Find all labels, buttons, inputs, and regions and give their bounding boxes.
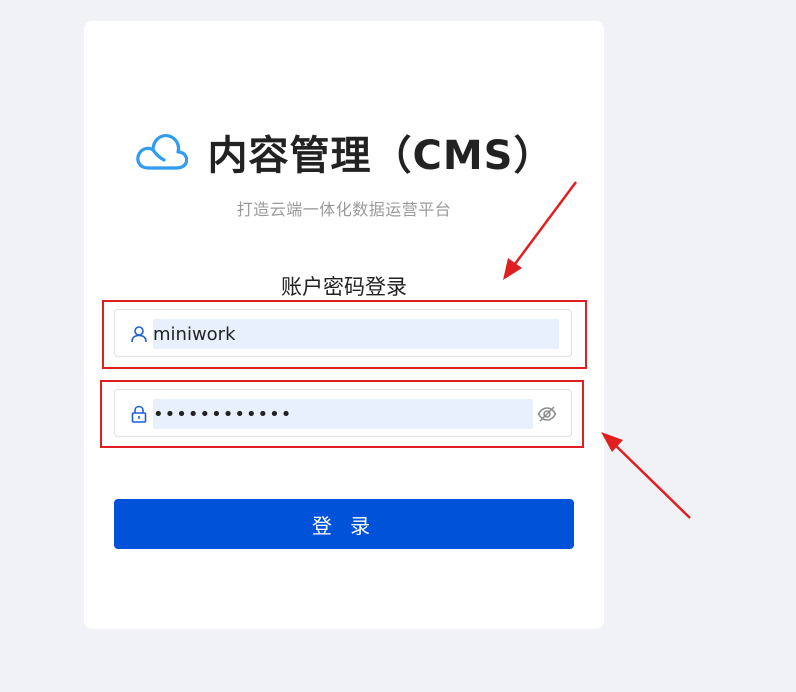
brand-header: 内容管理（CMS） [84,123,604,181]
login-mode-title: 账户密码登录 [281,275,407,299]
arrow-to-password [601,432,691,519]
app-title: 内容管理（CMS） [207,133,555,179]
password-highlight-box [100,380,584,448]
login-button[interactable]: 登 录 [114,499,574,549]
cloud-icon [135,134,188,170]
username-highlight-box [102,300,587,369]
app-subtitle: 打造云端一体化数据运营平台 [236,200,452,219]
